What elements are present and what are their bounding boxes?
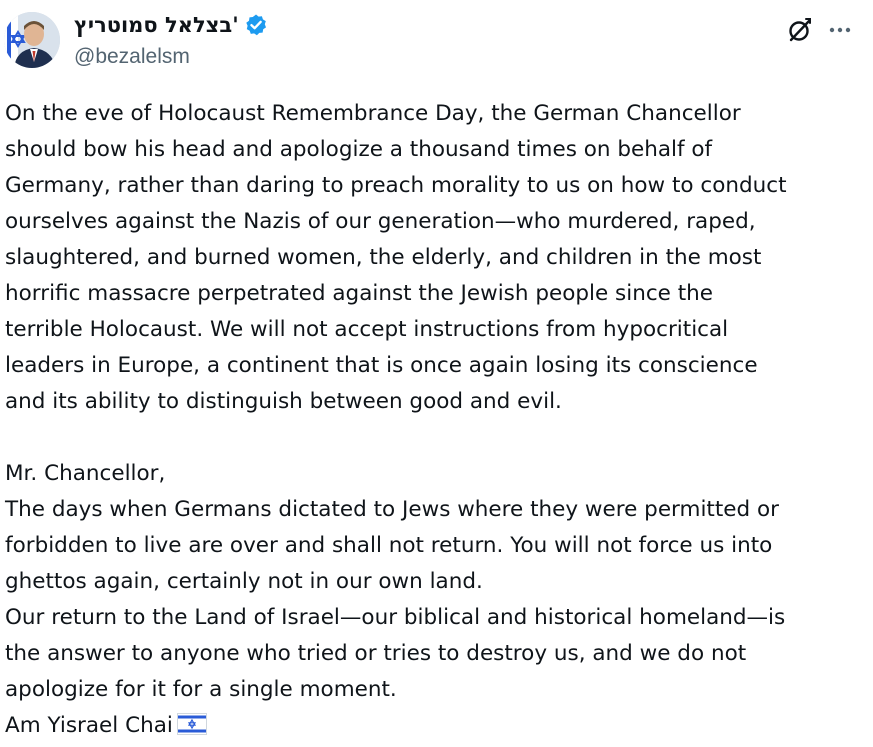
display-name[interactable]: בצלאל סמוטריץ'	[74, 10, 239, 40]
tweet-line: should bow his head and apologize a thou…	[5, 137, 713, 162]
tweet-line: slaughtered, and burned women, the elder…	[5, 245, 762, 270]
avatar[interactable]	[4, 12, 60, 68]
tweet-line: apologize for it for a single moment.	[5, 677, 397, 702]
verified-badge-icon[interactable]	[244, 13, 268, 37]
tweet-line: and its ability to distinguish between g…	[5, 389, 562, 414]
tweet-line: The days when Germans dictated to Jews w…	[5, 497, 779, 522]
tweet-line: ourselves against the Nazis of our gener…	[5, 209, 756, 234]
tweet-line: forbidden to live are over and shall not…	[5, 533, 773, 558]
tweet-text: On the eve of Holocaust Remembrance Day,…	[5, 96, 867, 747]
profile-photo-icon	[4, 12, 60, 68]
tweet-line: horrific massacre perpetrated against th…	[5, 281, 714, 306]
tweet-line: terrible Holocaust. We will not accept i…	[5, 317, 729, 342]
tweet-line: the answer to anyone who tried or tries …	[5, 641, 747, 666]
closing-line: Am Yisrael Chai	[5, 708, 867, 747]
tweet-line: leaders in Europe, a continent that is o…	[5, 353, 758, 378]
israel-flag-icon	[176, 711, 207, 747]
more-options-icon[interactable]	[826, 16, 854, 44]
tweet-line: ghettos again, certainly not in our own …	[5, 569, 483, 594]
grok-icon[interactable]	[786, 16, 814, 44]
user-handle[interactable]: @bezalelsm	[74, 42, 268, 72]
tweet-line: Our return to the Land of Israel—our bib…	[5, 605, 786, 630]
tweet-line: Germany, rather than daring to preach mo…	[5, 173, 787, 198]
tweet-line: Mr. Chancellor,	[5, 461, 166, 486]
closing-text: Am Yisrael Chai	[5, 713, 173, 738]
tweet-header: בצלאל סמוטריץ' @bezalelsm	[0, 0, 873, 90]
tweet-line: On the eve of Holocaust Remembrance Day,…	[5, 101, 741, 126]
